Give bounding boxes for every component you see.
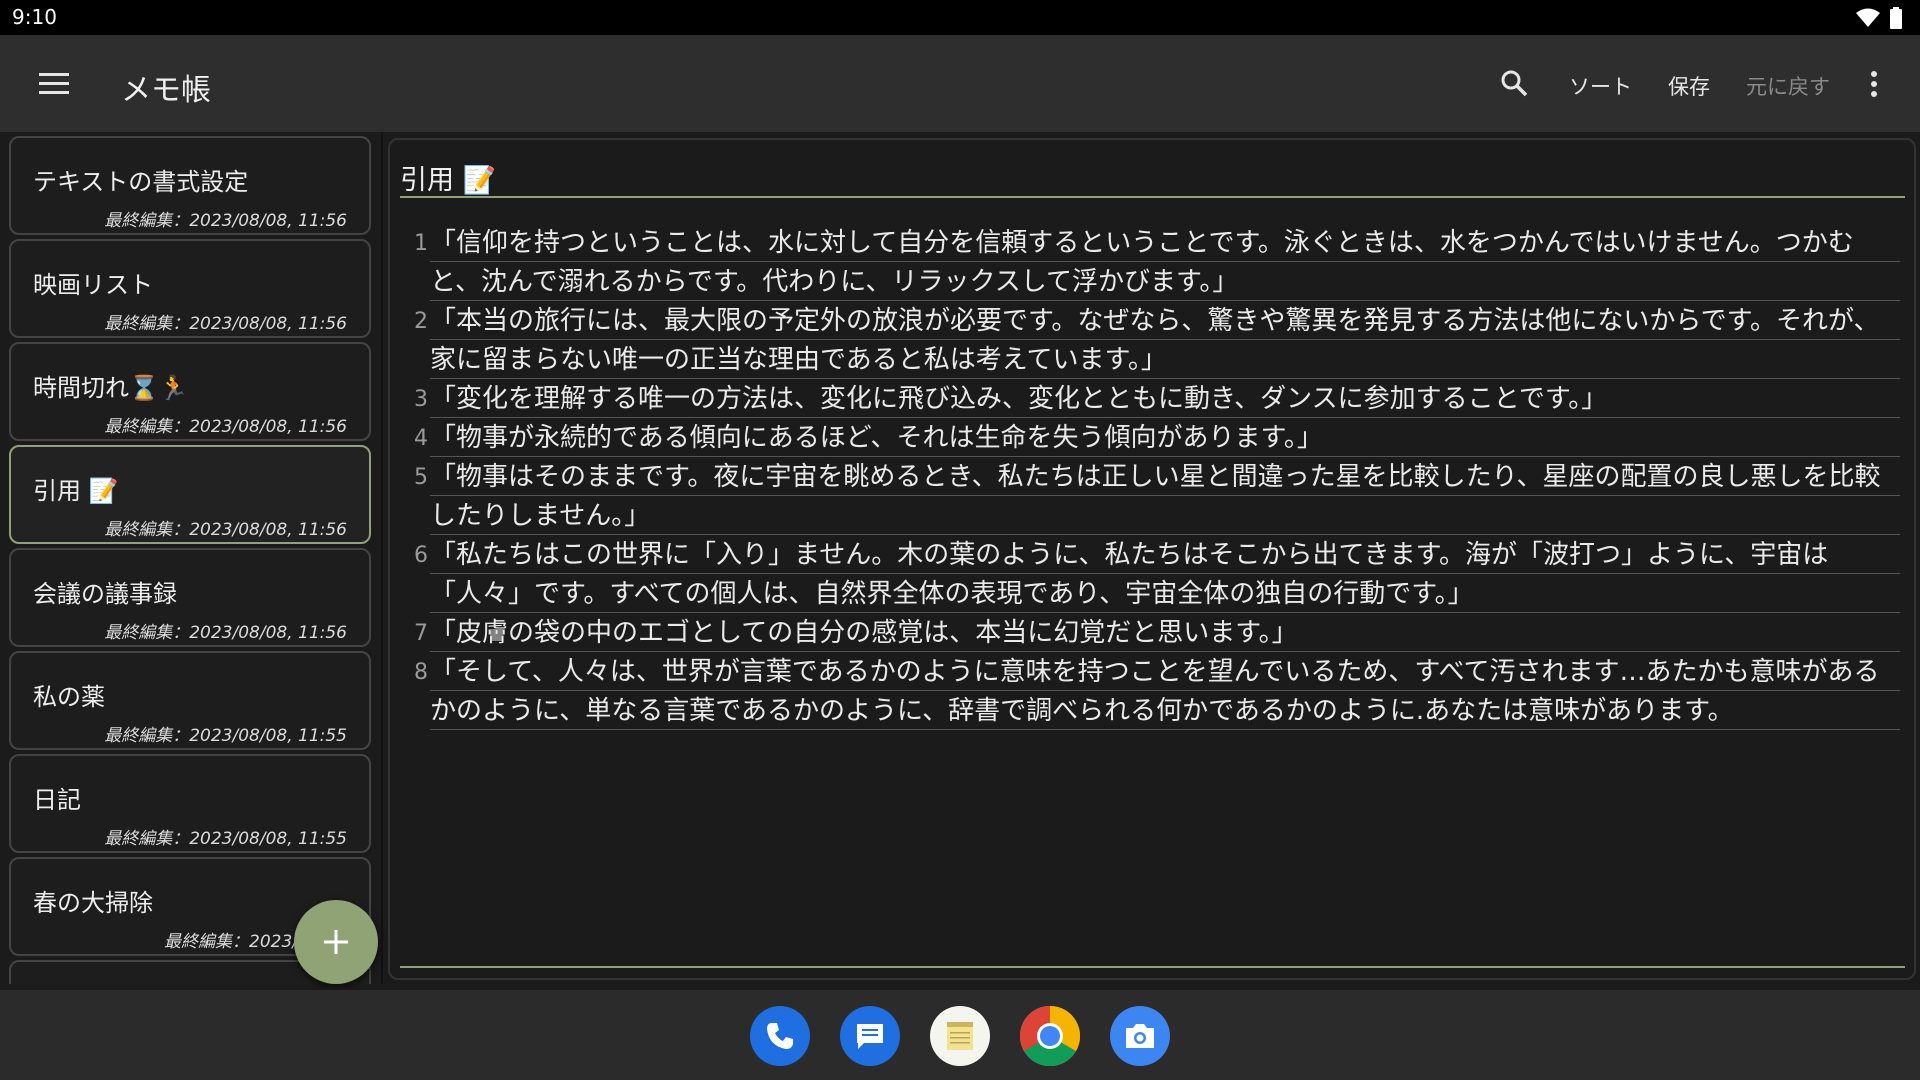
line-text[interactable]: 「変化を理解する唯一の方法は、変化に飛び込み、変化とともに動き、ダンスに参加する… (430, 380, 1900, 419)
line-text[interactable]: 「信仰を持つということは、水に対して自分を信頼するということです。泳ぐときは、水… (430, 224, 1900, 302)
battery-icon (1890, 7, 1902, 29)
chrome-icon[interactable] (1020, 1006, 1080, 1066)
save-button[interactable]: 保存 (1668, 71, 1710, 101)
app-bar: メモ帳 ソート 保存 元に戻す (0, 35, 1920, 132)
note-line: 1 「信仰を持つということは、水に対して自分を信頼するということです。泳ぐときは… (390, 224, 1910, 302)
note-last-edited: 最終編集：2023/08/08, 11:56 (104, 211, 347, 231)
note-line: 6 「私たちはこの世界に「入り」ません。木の葉のように、私たちはそこから出てきま… (390, 536, 1910, 614)
note-title: テキストの書式設定 (33, 168, 249, 196)
add-note-button[interactable] (294, 900, 378, 984)
note-last-edited: 最終編集：2023/08/08, 11:56 (104, 314, 347, 334)
note-line: 5 「物事はそのままです。夜に宇宙を眺めるとき、私たちは正しい星と間違った星を比… (390, 458, 1910, 536)
line-text[interactable]: 「私たちはこの世界に「入り」ません。木の葉のように、私たちはそこから出てきます。… (430, 536, 1900, 614)
note-title: 引用 📝 (33, 477, 119, 505)
line-number: 3 (414, 387, 428, 412)
more-vert-icon (1871, 71, 1877, 97)
note-title: 日記 (33, 786, 81, 814)
note-body[interactable]: 1 「信仰を持つということは、水に対して自分を信頼するということです。泳ぐときは… (390, 224, 1910, 731)
camera-icon[interactable] (1110, 1006, 1170, 1066)
note-line: 8 「そして、人々は、世界が言葉であるかのように意味を持つことを望んでいるため、… (390, 653, 1910, 731)
line-text[interactable]: 「皮膚の袋の中のエゴとしての自分の感覚は、本当に幻覚だと思います。」 (430, 614, 1900, 653)
note-editor[interactable]: 引用 📝 1 「信仰を持つということは、水に対して自分を信頼するということです。… (388, 138, 1916, 980)
wifi-icon (1856, 8, 1880, 27)
line-text[interactable]: 「物事が永続的である傾向にあるほど、それは生命を失う傾向があります。」 (430, 419, 1900, 458)
status-time: 9:10 (12, 5, 57, 29)
more-options-button[interactable] (1860, 63, 1888, 105)
note-last-edited: 最終編集：2023/08/08, 11:56 (104, 623, 347, 643)
note-title: 私の薬 (33, 683, 105, 711)
phone-icon[interactable] (750, 1006, 810, 1066)
notepad-glyph (947, 1022, 973, 1050)
title-underline (400, 196, 1905, 198)
dock (0, 990, 1920, 1080)
line-text[interactable]: 「物事はそのままです。夜に宇宙を眺めるとき、私たちは正しい星と間違った星を比較し… (430, 458, 1900, 536)
undo-button[interactable]: 元に戻す (1746, 71, 1830, 101)
note-last-edited: 最終編集：2023/08/08, 11:56 (104, 417, 347, 437)
sidebar-divider (381, 132, 383, 984)
line-number: 2 (414, 309, 428, 334)
notepad-icon[interactable] (930, 1006, 990, 1066)
note-title: 時間切れ⌛🏃 (33, 374, 189, 402)
note-last-edited: 最終編集：2023/08/08, 11:55 (104, 726, 347, 746)
phone-glyph (767, 1023, 793, 1049)
chrome-glyph (1020, 1006, 1080, 1066)
search-button[interactable] (1492, 61, 1536, 105)
plus-icon (324, 930, 348, 954)
line-text[interactable]: 「本当の旅行には、最大限の予定外の放浪が必要です。なぜなら、驚きや驚異を発見する… (430, 302, 1900, 380)
line-number: 4 (414, 426, 428, 451)
line-number: 6 (414, 543, 428, 568)
menu-button[interactable] (30, 63, 78, 105)
line-number: 7 (414, 621, 428, 646)
messages-icon[interactable] (840, 1006, 900, 1066)
line-number: 5 (414, 465, 428, 490)
app-title: メモ帳 (121, 73, 211, 108)
body-underline (400, 966, 1905, 968)
note-line: 2 「本当の旅行には、最大限の予定外の放浪が必要です。なぜなら、驚きや驚異を発見… (390, 302, 1910, 380)
line-number: 8 (414, 660, 428, 685)
note-card-selected[interactable]: 引用 📝 最終編集：2023/08/08, 11:56 (9, 445, 371, 544)
note-card[interactable]: 時間切れ⌛🏃 最終編集：2023/08/08, 11:56 (9, 342, 371, 441)
note-card[interactable]: 私の薬 最終編集：2023/08/08, 11:55 (9, 651, 371, 750)
sort-button[interactable]: ソート (1569, 71, 1632, 101)
note-title: 会議の議事録 (33, 580, 177, 608)
note-card[interactable]: 映画リスト 最終編集：2023/08/08, 11:56 (9, 239, 371, 338)
note-title: 映画リスト (33, 271, 153, 299)
note-card[interactable]: 日記 最終編集：2023/08/08, 11:55 (9, 754, 371, 853)
status-icons (1856, 7, 1902, 29)
camera-glyph (1126, 1024, 1154, 1048)
note-card[interactable]: テキストの書式設定 最終編集：2023/08/08, 11:56 (9, 136, 371, 235)
line-text[interactable]: 「そして、人々は、世界が言葉であるかのように意味を持つことを望んでいるため、すべ… (430, 653, 1900, 731)
note-title-field[interactable]: 引用 📝 (400, 158, 496, 197)
message-glyph (857, 1024, 883, 1049)
search-icon (1501, 70, 1528, 97)
note-list: テキストの書式設定 最終編集：2023/08/08, 11:56 映画リスト 最… (0, 132, 378, 984)
note-line: 3 「変化を理解する唯一の方法は、変化に飛び込み、変化とともに動き、ダンスに参加… (390, 380, 1910, 419)
status-bar: 9:10 (0, 0, 1920, 35)
hamburger-icon (39, 73, 69, 94)
note-line: 7 「皮膚の袋の中のエゴとしての自分の感覚は、本当に幻覚だと思います。」 (390, 614, 1910, 653)
note-line: 4 「物事が永続的である傾向にあるほど、それは生命を失う傾向があります。」 (390, 419, 1910, 458)
line-number: 1 (414, 231, 428, 256)
note-last-edited: 最終編集：2023/08/08, 11:56 (104, 520, 347, 540)
note-title: 春の大掃除 (33, 889, 153, 917)
note-card[interactable]: 会議の議事録 最終編集：2023/08/08, 11:56 (9, 548, 371, 647)
note-last-edited: 最終編集：2023/08/08, 11:55 (104, 829, 347, 849)
